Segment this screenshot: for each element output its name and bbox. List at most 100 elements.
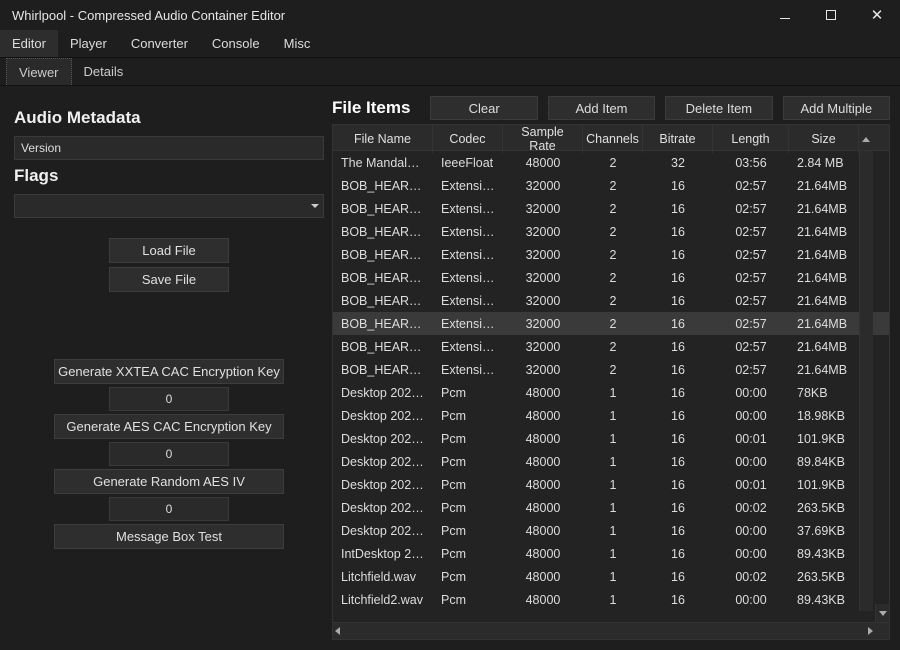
generate-aes-iv-button[interactable]: Generate Random AES IV — [54, 469, 284, 494]
table-row[interactable]: Desktop 2023....Pcm4800011600:01101.9KB — [333, 473, 889, 496]
scroll-gutter[interactable] — [859, 473, 873, 496]
cell-file-name: BOB_HEARTLA... — [333, 202, 433, 216]
cell-size: 263.5KB — [789, 570, 859, 584]
generate-xxtea-key-button[interactable]: Generate XXTEA CAC Encryption Key — [54, 359, 284, 384]
add-multiple-button[interactable]: Add Multiple — [783, 96, 890, 120]
sub-tab-viewer[interactable]: Viewer — [6, 58, 72, 85]
scroll-gutter[interactable] — [859, 404, 873, 427]
cell-bitrate: 16 — [643, 202, 713, 216]
version-input[interactable] — [14, 136, 324, 160]
scroll-gutter[interactable] — [859, 565, 873, 588]
menu-item-player[interactable]: Player — [58, 30, 119, 57]
scroll-gutter[interactable] — [859, 519, 873, 542]
scroll-gutter[interactable] — [859, 496, 873, 519]
col-bitrate[interactable]: Bitrate — [643, 125, 713, 153]
cell-length: 00:01 — [713, 432, 789, 446]
scroll-gutter[interactable] — [859, 197, 873, 220]
table-row[interactable]: The Mandalori...IeeeFloat4800023203:562.… — [333, 151, 889, 174]
col-channels[interactable]: Channels — [583, 125, 643, 153]
table-row[interactable]: BOB_HEARTLA...Extensible3200021602:5721.… — [333, 243, 889, 266]
cell-sample-rate: 48000 — [503, 409, 583, 423]
table-row[interactable]: IntDesktop 20...Pcm4800011600:0089.43KB — [333, 542, 889, 565]
col-sample-rate[interactable]: Sample Rate — [503, 125, 583, 153]
scroll-gutter[interactable] — [859, 427, 873, 450]
cell-codec: Pcm — [433, 386, 503, 400]
col-file-name[interactable]: File Name — [333, 125, 433, 153]
scroll-up-button[interactable] — [859, 125, 873, 153]
cell-bitrate: 16 — [643, 179, 713, 193]
generate-aes-key-button[interactable]: Generate AES CAC Encryption Key — [54, 414, 284, 439]
message-box-test-button[interactable]: Message Box Test — [54, 524, 284, 549]
table-row[interactable]: BOB_HEARTLA...Extensible3200021602:5721.… — [333, 289, 889, 312]
cell-size: 21.64MB — [789, 202, 859, 216]
close-button[interactable]: ✕ — [854, 0, 900, 30]
scroll-gutter[interactable] — [859, 542, 873, 565]
scroll-down-button[interactable] — [875, 604, 889, 622]
table-row[interactable]: Desktop 2023....Pcm4800011600:0078KB — [333, 381, 889, 404]
scroll-gutter[interactable] — [859, 220, 873, 243]
table-row[interactable]: Desktop 2023....Pcm4800011600:0037.69KB — [333, 519, 889, 542]
table-row[interactable]: BOB_HEARTLA...Extensible3200021602:5721.… — [333, 358, 889, 381]
clear-button[interactable]: Clear — [430, 96, 537, 120]
cell-bitrate: 16 — [643, 432, 713, 446]
cell-file-name: BOB_HEARTLA... — [333, 271, 433, 285]
cell-bitrate: 16 — [643, 524, 713, 538]
flags-dropdown[interactable] — [14, 194, 324, 218]
cell-length: 00:00 — [713, 455, 789, 469]
sub-tab-details[interactable]: Details — [72, 58, 136, 85]
col-length[interactable]: Length — [713, 125, 789, 153]
table-row[interactable]: BOB_HEARTLA...Extensible3200021602:5721.… — [333, 220, 889, 243]
cell-channels: 2 — [583, 202, 643, 216]
file-items-title: File Items — [332, 98, 410, 118]
cell-sample-rate: 32000 — [503, 294, 583, 308]
col-codec[interactable]: Codec — [433, 125, 503, 153]
save-file-button[interactable]: Save File — [109, 267, 229, 292]
cell-sample-rate: 32000 — [503, 225, 583, 239]
table-row[interactable]: BOB_HEARTLA...Extensible3200021602:5721.… — [333, 174, 889, 197]
table-row[interactable]: Litchfield2.wavPcm4800011600:0089.43KB — [333, 588, 889, 611]
scroll-gutter[interactable] — [859, 450, 873, 473]
menu-item-misc[interactable]: Misc — [272, 30, 323, 57]
menu-item-editor[interactable]: Editor — [0, 30, 58, 57]
horizontal-scrollbar[interactable] — [333, 622, 889, 639]
scroll-gutter[interactable] — [859, 174, 873, 197]
table-body[interactable]: The Mandalori...IeeeFloat4800023203:562.… — [333, 151, 889, 622]
table-row[interactable]: BOB_HEARTLA...Extensible3200021602:5721.… — [333, 335, 889, 358]
aes-key-input[interactable] — [109, 442, 229, 466]
scroll-gutter[interactable] — [859, 358, 873, 381]
scroll-gutter[interactable] — [859, 381, 873, 404]
cell-length: 02:57 — [713, 317, 789, 331]
scroll-gutter[interactable] — [859, 289, 873, 312]
scroll-gutter[interactable] — [859, 266, 873, 289]
cell-size: 37.69KB — [789, 524, 859, 538]
cell-bitrate: 16 — [643, 340, 713, 354]
table-row[interactable]: Desktop 2023....Pcm4800011600:0018.98KB — [333, 404, 889, 427]
scroll-gutter[interactable] — [859, 151, 873, 174]
scroll-gutter[interactable] — [859, 312, 873, 335]
menu-item-converter[interactable]: Converter — [119, 30, 200, 57]
cell-file-name: BOB_HEARTLA... — [333, 317, 433, 331]
delete-item-button[interactable]: Delete Item — [665, 96, 772, 120]
table-row[interactable]: Desktop 2023....Pcm4800011600:0089.84KB — [333, 450, 889, 473]
add-item-button[interactable]: Add Item — [548, 96, 655, 120]
scroll-gutter[interactable] — [859, 335, 873, 358]
scroll-gutter[interactable] — [859, 588, 873, 611]
table-row[interactable]: Litchfield.wavPcm4800011600:02263.5KB — [333, 565, 889, 588]
scroll-gutter[interactable] — [859, 243, 873, 266]
cell-codec: Pcm — [433, 478, 503, 492]
xxtea-key-input[interactable] — [109, 387, 229, 411]
table-row[interactable]: BOB_HEARTLA...Extensible3200021602:5721.… — [333, 266, 889, 289]
table-row[interactable]: BOB_HEARTLA...Extensible3200021602:5721.… — [333, 312, 889, 335]
cell-bitrate: 16 — [643, 248, 713, 262]
table-row[interactable]: Desktop 2023....Pcm4800011600:01101.9KB — [333, 427, 889, 450]
col-size[interactable]: Size — [789, 125, 859, 153]
maximize-button[interactable] — [808, 0, 854, 30]
cell-codec: Extensible — [433, 294, 503, 308]
menu-item-console[interactable]: Console — [200, 30, 272, 57]
table-row[interactable]: Desktop 2023....Pcm4800011600:02263.5KB — [333, 496, 889, 519]
aes-iv-input[interactable] — [109, 497, 229, 521]
load-file-button[interactable]: Load File — [109, 238, 229, 263]
minimize-button[interactable] — [762, 0, 808, 30]
table-row[interactable]: BOB_HEARTLA...Extensible3200021602:5721.… — [333, 197, 889, 220]
cell-size: 21.64MB — [789, 179, 859, 193]
